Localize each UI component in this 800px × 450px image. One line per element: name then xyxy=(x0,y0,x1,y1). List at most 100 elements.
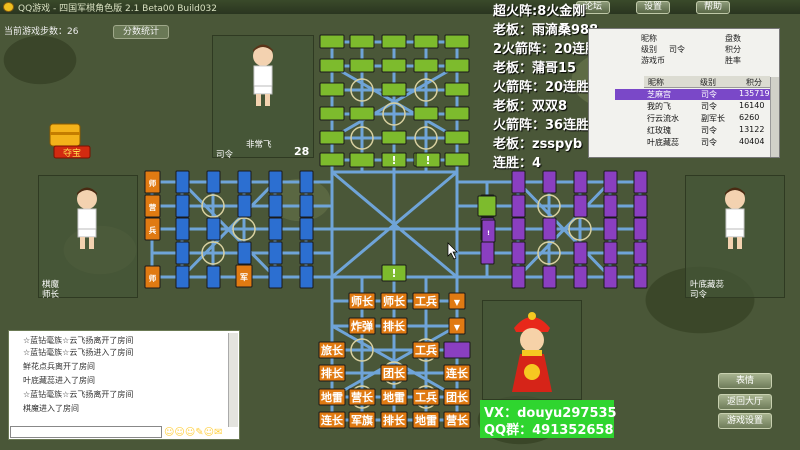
board-piece xyxy=(444,34,470,49)
rank-label: 级别 xyxy=(641,45,657,54)
piece-label: 兵 xyxy=(149,225,157,235)
board-piece xyxy=(268,194,283,218)
board-piece xyxy=(603,217,618,241)
board-piece xyxy=(206,265,221,289)
chat-scrollbar[interactable] xyxy=(228,333,238,427)
piece-label: ! xyxy=(487,229,490,237)
piece-label: ! xyxy=(425,154,430,167)
board-piece xyxy=(603,241,618,265)
piece-label: 工兵 xyxy=(415,294,437,308)
board-piece xyxy=(299,194,314,218)
board-piece xyxy=(175,241,190,265)
chat-message: ☆蓝钻毫族☆云飞扬离开了房间 xyxy=(23,336,134,345)
chat-message: 棋魔进入了房间 xyxy=(23,404,79,413)
board-piece xyxy=(542,265,557,289)
piece-label: 排长 xyxy=(383,319,406,333)
board-piece xyxy=(542,170,557,194)
player-row-name: 行云流水 xyxy=(647,114,679,123)
board-piece xyxy=(381,34,407,49)
board-piece xyxy=(444,152,470,167)
board-piece xyxy=(511,265,526,289)
game-settings-button[interactable]: 游戏设置 xyxy=(718,413,772,429)
board-piece xyxy=(480,241,495,265)
board-piece xyxy=(413,106,439,121)
nickname-label: 昵称 xyxy=(641,34,657,43)
board-piece xyxy=(268,170,283,194)
piece-label: ! xyxy=(391,154,396,167)
board-piece xyxy=(268,217,283,241)
self-rank: 司令 xyxy=(669,45,685,54)
overlay-line: 火箭阵：36连胜 xyxy=(493,118,590,133)
piece-label: 工兵 xyxy=(415,343,437,357)
piece-label: 连长 xyxy=(321,413,344,427)
board-piece xyxy=(319,58,345,73)
chat-message: 叶底藏蕊进入了房间 xyxy=(23,376,95,385)
piece-label: 地雷 xyxy=(321,390,343,404)
overlay-line: 超火阵:8火金刚 xyxy=(493,4,586,19)
return-lobby-button[interactable]: 返回大厅 xyxy=(718,394,772,410)
board-piece xyxy=(206,170,221,194)
overlay-line: 老板：zsspyb xyxy=(493,137,583,152)
chat-log: ☆蓝钻毫族☆云飞扬离开了房间 ☆蓝钻毫族☆云飞扬进入了房间 鲜花点兵离开了房间 … xyxy=(8,330,240,440)
board-piece xyxy=(349,106,375,121)
piece-label: 地雷 xyxy=(415,413,437,427)
piece-label: ▼ xyxy=(454,323,461,332)
board-piece xyxy=(444,130,470,145)
piece-label: 连长 xyxy=(446,366,469,380)
board-piece xyxy=(444,106,470,121)
player-row-rank: 司令 xyxy=(701,138,717,147)
col-rank: 级别 xyxy=(700,78,716,87)
player-list-header: 昵称 级别 积分 xyxy=(644,76,770,88)
board-piece xyxy=(511,241,526,265)
board-piece xyxy=(603,265,618,289)
player-row-rank: 司令 xyxy=(701,90,717,99)
player-row-score: 40404 xyxy=(739,137,765,146)
board-piece xyxy=(633,194,648,218)
board-piece xyxy=(319,130,345,145)
player-row-score: 135719 xyxy=(739,89,770,98)
player-info-panel: 昵称 盘数 级别 司令 积分 游戏币 胜率 昵称 级别 积分 芝麻宫 司令 13… xyxy=(588,28,780,158)
piece-label: ! xyxy=(391,267,396,280)
board-piece xyxy=(175,194,190,218)
chat-message: 鲜花点兵离开了房间 xyxy=(23,362,95,371)
player-row-score: 16140 xyxy=(739,101,765,110)
board-piece xyxy=(237,194,252,218)
chat-input[interactable] xyxy=(10,426,162,438)
board-piece xyxy=(299,170,314,194)
piece-label: ▼ xyxy=(454,298,461,307)
piece-label: 团长 xyxy=(383,366,406,380)
piece-label: 团长 xyxy=(446,390,469,404)
piece-label: 军旗 xyxy=(351,413,373,427)
player-row-name: 芝麻宫 xyxy=(647,90,671,99)
piece-label: 营长 xyxy=(446,413,469,427)
chat-tools-icons[interactable]: ☺☺☺✎☺✉ xyxy=(164,427,222,438)
piece-label: 营长 xyxy=(351,390,374,404)
board-piece xyxy=(381,130,407,145)
overlay-line: 老板：雨滴桑988 xyxy=(493,23,599,38)
player-row[interactable]: 行云流水 副军长 6260 xyxy=(615,113,771,124)
board-piece xyxy=(511,194,526,218)
board-piece xyxy=(237,170,252,194)
player-row-name: 叶底藏蕊 xyxy=(647,138,679,147)
col-nickname: 昵称 xyxy=(648,78,664,87)
player-row[interactable]: 我的飞 司令 16140 xyxy=(615,101,771,112)
score-label: 积分 xyxy=(725,45,741,54)
col-score: 积分 xyxy=(746,78,762,87)
player-row-score: 13122 xyxy=(739,125,765,134)
emotion-button[interactable]: 表情 xyxy=(718,373,772,389)
board-piece xyxy=(633,170,648,194)
board-piece xyxy=(413,58,439,73)
board-piece xyxy=(573,265,588,289)
rounds-label: 盘数 xyxy=(725,34,741,43)
player-list-scrollbar[interactable] xyxy=(770,77,779,157)
player-row-name: 红玫瑰 xyxy=(647,126,671,135)
player-row-rank: 副军长 xyxy=(701,114,725,123)
player-row[interactable]: 叶底藏蕊 司令 40404 xyxy=(615,137,771,148)
board-piece xyxy=(603,170,618,194)
player-row-rank: 司令 xyxy=(701,126,717,135)
player-row-name: 我的飞 xyxy=(647,102,671,111)
player-row[interactable]: 红玫瑰 司令 13122 xyxy=(615,125,771,136)
player-row[interactable]: 芝麻宫 司令 135719 xyxy=(615,89,771,100)
board-piece xyxy=(633,241,648,265)
board-piece xyxy=(237,241,252,265)
